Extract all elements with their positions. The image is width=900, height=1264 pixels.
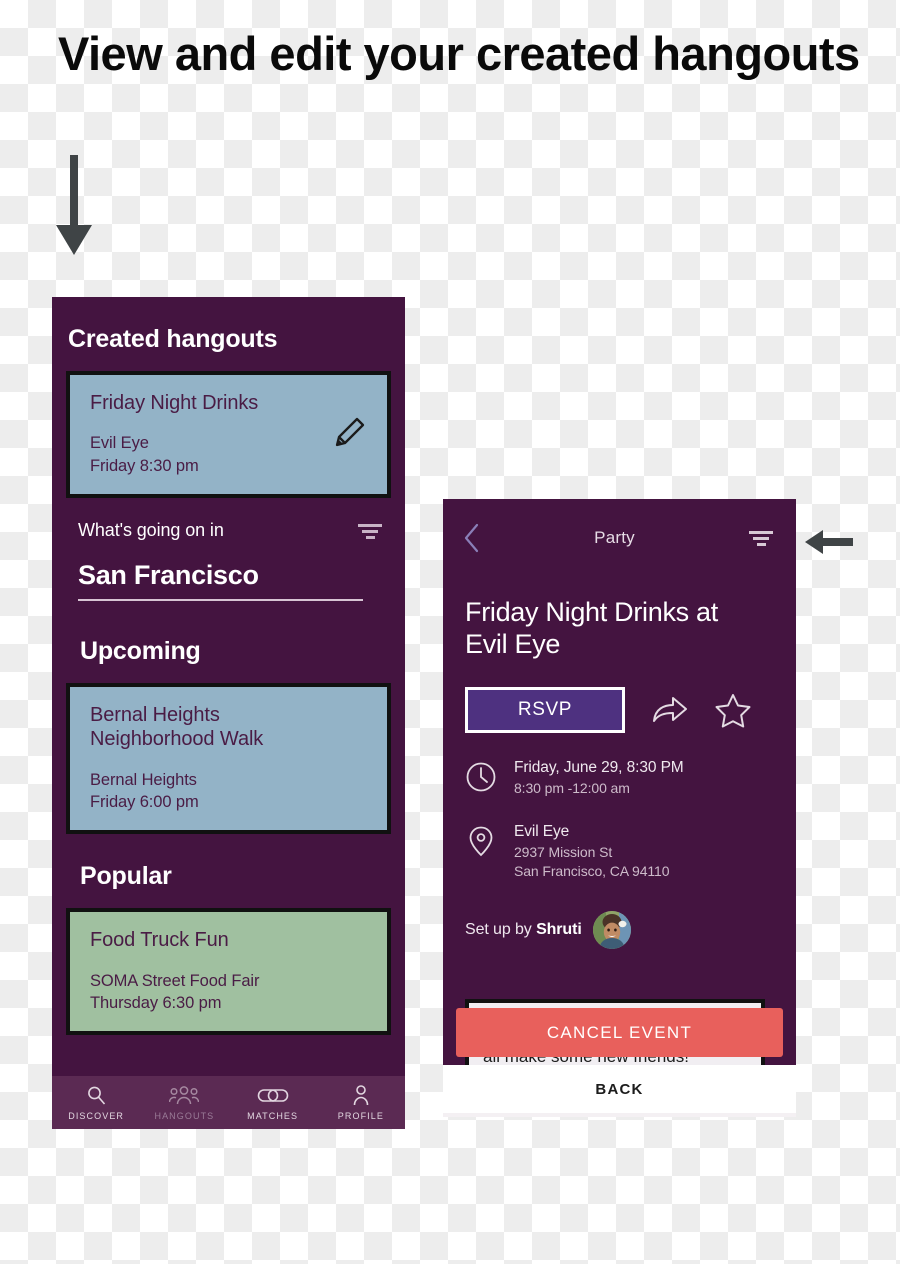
nav-item-matches[interactable]: MATCHES [229,1085,317,1121]
topbar-title: Party [594,528,635,547]
discover-prompt-row: What's going on in [66,520,391,542]
event-where-row: Evil Eye 2937 Mission St San Francisco, … [465,823,796,880]
clock-icon [466,762,496,792]
created-hangout-time: Friday 8:30 pm [90,457,199,476]
nav-item-hangouts[interactable]: HANGOUTS [140,1085,228,1121]
filter-icon[interactable] [746,527,776,549]
right-bottom-navbar: DISCOVER HANGOUTS MATCHES PROFILE [443,1113,796,1117]
nav-item-profile[interactable]: PROFILE [317,1084,405,1121]
back-button[interactable]: BACK [443,1065,796,1113]
upcoming-heading: Upcoming [80,636,201,665]
event-host-row: Set up by Shruti [465,910,796,949]
event-time-range: 8:30 pm -12:00 am [514,779,630,796]
popular-hangout-title: Food Truck Fun [90,929,229,952]
popular-hangout-time: Thursday 6:30 pm [90,994,222,1013]
venue-address-line2: San Francisco, CA 94110 [514,862,670,879]
popular-hangout-card[interactable]: Food Truck Fun SOMA Street Food Fair Thu… [66,908,391,1036]
city-underline [78,598,363,601]
upcoming-hangout-time: Friday 6:00 pm [90,793,199,812]
nav-label-profile: PROFILE [337,1110,384,1121]
venue-address-line1: 2937 Mission St [514,844,613,861]
host-label: Set up by Shruti [465,921,582,939]
event-when-row: Friday, June 29, 8:30 PM 8:30 pm -12:00 … [465,759,796,798]
created-hangouts-heading: Created hangouts [68,325,278,353]
city-block: San Francisco [78,560,379,601]
rsvp-label: RSVP [517,698,573,720]
event-title: Friday Night Drinks at Evil Eye [465,597,718,659]
popular-hangout-venue: SOMA Street Food Fair [90,971,260,990]
created-hangout-venue: Evil Eye [90,434,149,453]
event-action-row: RSVP [465,686,796,733]
discover-prompt-label: What's going on in [78,520,224,541]
right-phone-screen: Party Friday Night Drinks at Evil Eye RS… [443,499,796,1117]
left-phone-screen: Created hangouts Friday Night Drinks Evi… [52,297,405,1129]
city-name: San Francisco [78,559,259,590]
nav-item-discover[interactable]: DISCOVER [52,1085,140,1121]
left-bottom-navbar: DISCOVER HANGOUTS MATCHES PROFILE [52,1076,405,1129]
pencil-icon[interactable] [329,413,369,453]
venue-name: Evil Eye [514,823,570,841]
host-prefix: Set up by [465,920,532,938]
map-pin-icon [469,826,493,857]
arrow-down-annotation-icon [56,155,92,255]
upcoming-hangout-title: Bernal Heights Neighborhood Walk [90,703,264,751]
people-group-icon [169,1085,200,1106]
cancel-event-button[interactable]: CANCEL EVENT [456,1008,783,1057]
host-avatar[interactable] [592,910,631,949]
nav-label-hangouts: HANGOUTS [154,1110,215,1121]
star-icon[interactable] [713,690,753,730]
host-name: Shruti [536,920,582,938]
event-date: Friday, June 29, 8:30 PM [514,758,684,776]
upcoming-hangout-venue: Bernal Heights [90,770,197,789]
cancel-event-label: CANCEL EVENT [546,1022,693,1042]
created-hangout-title: Friday Night Drinks [90,392,259,414]
event-topbar: Party [443,499,796,577]
linked-rings-icon [257,1085,289,1106]
popular-heading: Popular [80,862,172,891]
nav-label-matches: MATCHES [247,1110,299,1121]
back-button-label: BACK [595,1080,644,1098]
upcoming-hangout-card[interactable]: Bernal Heights Neighborhood Walk Bernal … [66,682,391,835]
rsvp-button[interactable]: RSVP [465,686,625,733]
search-icon [86,1085,107,1106]
created-hangout-card[interactable]: Friday Night Drinks Evil Eye Friday 8:30… [66,371,391,498]
arrow-left-annotation-icon [805,530,853,554]
person-icon [351,1084,371,1106]
filter-icon[interactable] [355,520,385,542]
share-arrow-icon[interactable] [649,690,689,730]
page-title: View and edit your created hangouts [58,27,860,80]
nav-label-discover: DISCOVER [68,1110,125,1121]
chevron-left-icon[interactable] [461,522,483,554]
